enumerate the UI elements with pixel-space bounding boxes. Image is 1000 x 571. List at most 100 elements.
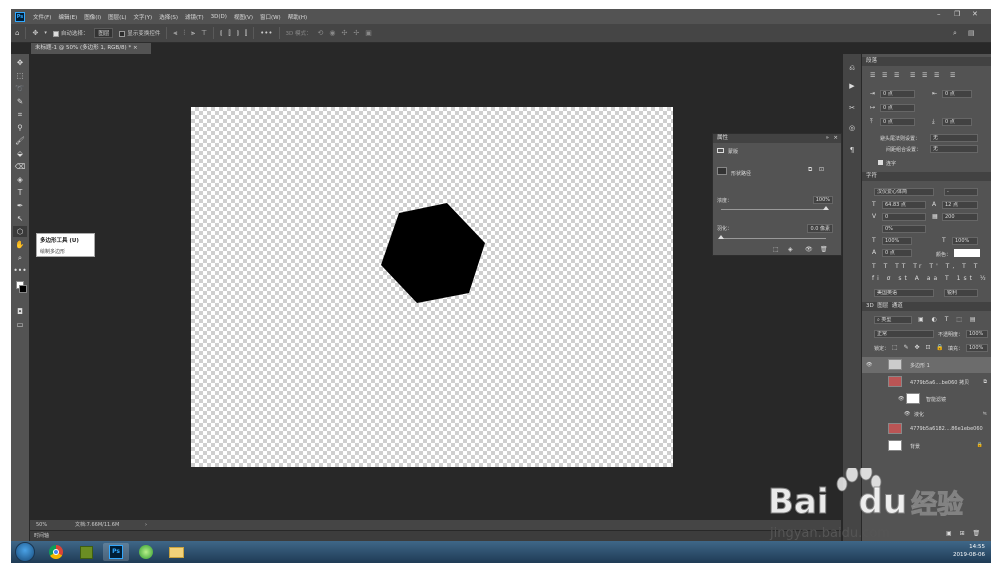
tab-layers[interactable]: 图层 xyxy=(877,303,888,309)
distribute-top-icon[interactable]: ⫿ xyxy=(245,29,247,38)
3d-roll-icon[interactable]: ◉ xyxy=(329,29,335,37)
tab-3d[interactable]: 3D xyxy=(866,303,874,309)
antialias-select[interactable]: 锐利 xyxy=(944,289,978,297)
marquee-tool-icon[interactable]: ⬚ xyxy=(13,70,27,81)
menu-type[interactable]: 文字(Y) xyxy=(134,13,153,21)
font-family-select[interactable]: 汉仪爱心体简 xyxy=(874,188,934,196)
3d-orbit-icon[interactable]: ⟲ xyxy=(318,29,324,37)
menu-3d[interactable]: 3D(D) xyxy=(211,14,227,20)
space-after-input[interactable]: 0 点 xyxy=(942,118,972,126)
close-icon[interactable]: × xyxy=(833,134,838,143)
indent-left-input[interactable]: 0 点 xyxy=(880,90,915,98)
filter-options-icon[interactable]: ≒ xyxy=(983,411,987,417)
stamp-tool-icon[interactable]: ⬙ xyxy=(13,148,27,159)
menu-edit[interactable]: 编辑(E) xyxy=(58,13,77,21)
zoom-level[interactable]: 50% xyxy=(36,520,47,530)
opacity-input[interactable]: 100% xyxy=(966,330,988,338)
chevron-down-icon[interactable]: ▾ xyxy=(44,30,47,36)
apply-mask-icon[interactable]: ⊡ xyxy=(819,166,824,173)
align-right-icon[interactable]: ⫸ xyxy=(191,29,195,38)
layer-row[interactable]: 👁 智能滤镜 xyxy=(862,391,991,407)
slider-thumb-icon[interactable] xyxy=(718,235,724,239)
browser-icon[interactable] xyxy=(133,543,159,561)
close-tab-icon[interactable]: × xyxy=(133,45,138,51)
more-tools-icon[interactable]: ••• xyxy=(13,265,27,276)
layer-kind-filter[interactable]: ⌕ 类型 xyxy=(874,316,912,324)
eye-icon[interactable]: 👁 xyxy=(866,362,872,368)
eyedropper-tool-icon[interactable]: ⚲ xyxy=(13,122,27,133)
quick-mask-icon[interactable]: ◘ xyxy=(13,306,27,317)
text-color-swatch[interactable] xyxy=(954,249,980,257)
hyphenate-checkbox[interactable]: 连字 xyxy=(878,160,896,167)
layer-row[interactable]: 👁 液化 ≒ xyxy=(862,406,991,422)
select-path-icon[interactable]: ⧉ xyxy=(808,166,812,174)
character-tab[interactable]: 字符 xyxy=(862,172,991,181)
apply-icon[interactable]: ◈ xyxy=(788,246,793,253)
hscale-input[interactable]: 100% xyxy=(952,237,978,245)
adjust-icon[interactable]: ◎ xyxy=(846,124,858,134)
opentype-icons[interactable]: fi σ st A aa T 1st ½ xyxy=(872,275,989,282)
polygon-tool-icon[interactable]: ⬡ xyxy=(13,226,27,237)
align-top-icon[interactable]: ⊤ xyxy=(201,29,207,37)
align-right-icon[interactable]: ☰ xyxy=(894,72,899,79)
3d-pan-icon[interactable]: ✣ xyxy=(342,29,348,37)
visibility-icon[interactable]: 👁 xyxy=(805,246,813,253)
3d-slide-icon[interactable]: ✢ xyxy=(353,29,359,37)
actions-icon[interactable]: ▶ xyxy=(846,82,858,92)
eraser-tool-icon[interactable]: ⌫ xyxy=(13,161,27,172)
align-center-icon[interactable]: ⫶ xyxy=(183,29,185,38)
move-tool-icon[interactable]: ✥ xyxy=(13,57,27,68)
justify-right-icon[interactable]: ☰ xyxy=(934,72,939,79)
document-canvas[interactable] xyxy=(191,107,673,467)
zoom-tool-icon[interactable]: ⌕ xyxy=(13,252,27,263)
text-style-icons[interactable]: T T TT Tr T' T, T T xyxy=(872,263,980,270)
kinsoku-select[interactable]: 无 xyxy=(930,134,978,142)
trash-icon[interactable]: 🗑 xyxy=(820,246,828,253)
tools-icon[interactable]: ✂ xyxy=(846,104,858,114)
mojikumi-select[interactable]: 无 xyxy=(930,145,978,153)
density-value[interactable]: 100% xyxy=(812,196,833,204)
polygon-shape[interactable] xyxy=(381,203,485,303)
density-slider[interactable] xyxy=(721,206,829,210)
language-select[interactable]: 美国英语 xyxy=(874,289,934,297)
minimize-icon[interactable]: – xyxy=(937,10,941,18)
justify-center-icon[interactable]: ☰ xyxy=(922,72,927,79)
menu-view[interactable]: 视图(V) xyxy=(234,13,253,21)
feather-slider[interactable] xyxy=(718,235,826,239)
menu-image[interactable]: 图像(I) xyxy=(84,13,101,21)
path-select-tool-icon[interactable]: ↖ xyxy=(13,213,27,224)
indent-first-input[interactable]: 0 点 xyxy=(880,104,915,112)
system-clock[interactable]: 14:55 2019-08-06 xyxy=(953,543,985,559)
history-icon[interactable]: ⎌ xyxy=(846,64,858,74)
lock-icons[interactable]: ⬚ ✎ ✥ ⊡ 🔒 xyxy=(892,344,946,351)
hand-tool-icon[interactable]: ✋ xyxy=(13,239,27,250)
brush-tool-icon[interactable]: 🖌 xyxy=(13,135,27,146)
indent-right-input[interactable]: 0 点 xyxy=(942,90,972,98)
3d-scale-icon[interactable]: ▣ xyxy=(365,29,372,37)
lasso-tool-icon[interactable]: ➰ xyxy=(13,83,27,94)
layer-row[interactable]: 背景 🔒 xyxy=(862,438,991,454)
tracking-input[interactable]: 200 xyxy=(942,213,978,221)
paragraph-icon[interactable]: ¶ xyxy=(846,146,858,156)
chrome-icon[interactable] xyxy=(43,543,69,561)
collapse-icon[interactable]: » xyxy=(826,134,829,143)
menu-layer[interactable]: 图层(L) xyxy=(108,13,126,21)
start-button[interactable] xyxy=(15,542,35,562)
feather-value[interactable]: 0.0 像素 xyxy=(807,224,833,233)
justify-all-icon[interactable]: ☰ xyxy=(950,72,955,79)
slider-thumb-icon[interactable] xyxy=(823,206,829,210)
tsume-input[interactable]: 0% xyxy=(882,225,926,233)
justify-left-icon[interactable]: ☰ xyxy=(910,72,915,79)
tab-channels[interactable]: 通道 xyxy=(892,303,903,309)
restore-icon[interactable]: ❐ xyxy=(954,10,960,18)
eye-icon[interactable]: 👁 xyxy=(904,411,910,417)
show-transform-checkbox[interactable]: 显示变换控件 xyxy=(119,29,160,37)
timeline-panel[interactable]: 时间轴 xyxy=(30,531,841,541)
layer-row[interactable]: 4779b5a6182....86e1ebe060 xyxy=(862,421,991,437)
menu-help[interactable]: 帮助(H) xyxy=(288,13,307,21)
photoshop-taskbar-icon[interactable]: Ps xyxy=(103,543,129,561)
distribute-right-icon[interactable]: ⫾ xyxy=(237,29,239,38)
space-before-input[interactable]: 0 点 xyxy=(880,118,915,126)
bucket-tool-icon[interactable]: ◈ xyxy=(13,174,27,185)
paragraph-tab[interactable]: 段落 xyxy=(862,57,991,66)
